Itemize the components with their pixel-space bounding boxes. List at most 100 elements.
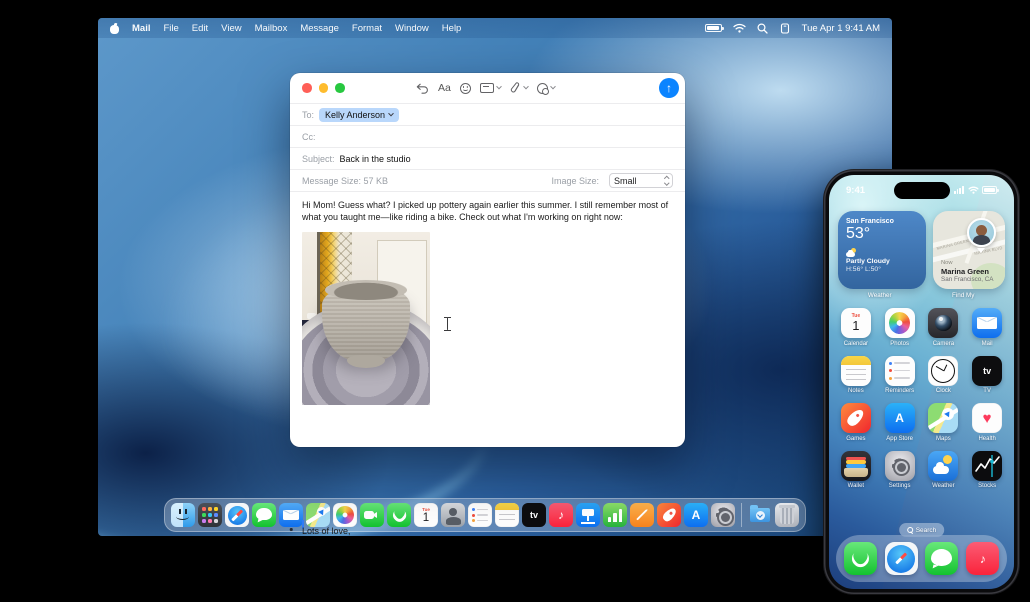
app-reminders[interactable]: Reminders	[878, 355, 922, 394]
app-tv[interactable]: tv TV	[965, 355, 1009, 394]
dock-calendar-icon[interactable]: Tue 1	[414, 503, 438, 527]
dock-finder-icon[interactable]	[171, 503, 195, 527]
menu-mail[interactable]: Mail	[132, 23, 150, 34]
compose-toolbar: Aa	[416, 73, 556, 103]
dock-music-icon[interactable]: ♪	[966, 542, 1000, 575]
search-label: Search	[915, 526, 937, 534]
pottery-photo-attachment[interactable]	[302, 232, 430, 405]
dock-safari-icon[interactable]	[225, 503, 249, 527]
dock-messages-icon[interactable]	[925, 542, 959, 575]
message-body[interactable]: Hi Mom! Guess what? I picked up pottery …	[290, 192, 685, 536]
clock-icon	[928, 355, 959, 386]
send-arrow-icon: ↑	[666, 81, 672, 95]
app-camera[interactable]: Camera	[922, 308, 966, 347]
header-fields-icon	[479, 83, 494, 93]
header-fields: To: Kelly Anderson Cc: Subject: Back in …	[290, 103, 685, 192]
app-notes[interactable]: Notes	[834, 355, 878, 394]
keynote-podium	[580, 508, 595, 525]
dock-safari-icon[interactable]	[884, 542, 918, 575]
minimize-button[interactable]	[318, 83, 328, 93]
dock-tv-icon[interactable]: tv	[522, 503, 546, 527]
emoji-icon[interactable]	[459, 82, 471, 94]
attach-control[interactable]	[510, 82, 529, 94]
dock-reminders-icon[interactable]	[468, 503, 492, 527]
app-wallet[interactable]: Wallet	[834, 450, 878, 489]
dock-games-icon[interactable]	[657, 503, 681, 527]
zoom-button[interactable]	[335, 83, 345, 93]
find-my-info: Now Marina Green San Francisco, CA	[941, 260, 994, 284]
app-games[interactable]: Games	[834, 403, 878, 442]
stepper-arrows-icon	[663, 175, 669, 186]
app-settings[interactable]: Settings	[878, 450, 922, 489]
header-fields-control[interactable]	[479, 83, 502, 93]
dock-phone-icon[interactable]	[843, 542, 877, 575]
apple-menu-icon[interactable]	[110, 23, 119, 34]
menu-mailbox[interactable]: Mailbox	[255, 23, 288, 34]
dock-downloads-icon[interactable]	[748, 503, 772, 527]
mail-compose-window: Aa ↑ To: Kelly Anderson Cc: Subject: Bac…	[290, 73, 685, 536]
dock-settings-icon[interactable]	[711, 503, 735, 527]
dock-pages-icon[interactable]	[630, 503, 654, 527]
wallet-pocket	[843, 467, 868, 477]
dock-trash-icon[interactable]	[775, 503, 799, 527]
dock-mail-icon[interactable]	[279, 503, 303, 531]
weather-widget[interactable]: San Francisco 53° Partly Cloudy H:56° L:…	[838, 211, 926, 289]
dock-maps-icon[interactable]	[306, 503, 330, 527]
chevron-down-icon	[496, 83, 502, 90]
dock-keynote-icon[interactable]	[576, 503, 600, 527]
recipient-token[interactable]: Kelly Anderson	[319, 107, 400, 122]
dock-launchpad-icon[interactable]	[198, 503, 222, 527]
app-photos[interactable]: Photos	[878, 308, 922, 347]
dock-app-store-icon[interactable]: A	[684, 503, 708, 527]
send-button[interactable]: ↑	[659, 78, 679, 98]
app-weather[interactable]: Weather	[922, 450, 966, 489]
to-field[interactable]: To: Kelly Anderson	[290, 104, 685, 126]
menu-file[interactable]: File	[163, 23, 178, 34]
dock-contacts-icon[interactable]	[441, 503, 465, 527]
search-icon[interactable]	[757, 22, 768, 34]
menu-bar-status-area: Tue Apr 1 9:41 AM	[704, 22, 880, 34]
wifi-icon[interactable]	[733, 23, 746, 33]
menu-bar-clock[interactable]: Tue Apr 1 9:41 AM	[802, 23, 880, 34]
dock-phone-icon[interactable]	[387, 503, 411, 527]
menu-bar: Mail File Edit View Mailbox Message Form…	[98, 18, 892, 38]
dock-numbers-icon[interactable]	[603, 503, 627, 527]
format-icon[interactable]: Aa	[438, 82, 451, 94]
menu-message[interactable]: Message	[300, 23, 339, 34]
menu-help[interactable]: Help	[442, 23, 462, 34]
app-calendar[interactable]: Tue 1 Calendar	[834, 308, 878, 347]
find-my-widget[interactable]: MARINA GREEN DR MARINA BLVD Now Marina G…	[933, 211, 1005, 289]
subject-field[interactable]: Subject: Back in the studio	[290, 148, 685, 170]
iphone-mirroring-icon[interactable]	[779, 22, 791, 34]
app-app-store[interactable]: A App Store	[878, 403, 922, 442]
dock-photos-icon[interactable]	[333, 503, 357, 527]
app-label: Maps	[936, 435, 951, 442]
app-label: TV	[983, 388, 991, 394]
close-button[interactable]	[302, 83, 312, 93]
image-size-value: Small	[614, 175, 637, 186]
undo-icon[interactable]	[416, 83, 429, 94]
menu-window[interactable]: Window	[395, 23, 429, 34]
app-health[interactable]: ♥ Health	[965, 403, 1009, 442]
music-note: ♪	[558, 508, 564, 522]
dock-notes-icon[interactable]	[495, 503, 519, 527]
games-rocket	[660, 506, 678, 524]
app-mail[interactable]: Mail	[965, 308, 1009, 347]
menu-view[interactable]: View	[221, 23, 241, 34]
dock-facetime-icon[interactable]	[360, 503, 384, 527]
insert-media-control[interactable]	[536, 82, 556, 95]
find-my-timestamp: Now	[941, 259, 953, 266]
app-stocks[interactable]: Stocks	[965, 450, 1009, 489]
message-size-text: Message Size: 57 KB	[302, 175, 389, 186]
app-maps[interactable]: Maps	[922, 403, 966, 442]
dock-messages-icon[interactable]	[252, 503, 276, 527]
battery-icon[interactable]	[704, 24, 724, 32]
app-clock[interactable]: Clock	[922, 355, 966, 394]
subject-label: Subject:	[302, 153, 335, 164]
menu-edit[interactable]: Edit	[192, 23, 208, 34]
app-label: Notes	[848, 388, 864, 394]
cc-field[interactable]: Cc:	[290, 126, 685, 148]
image-size-popup[interactable]: Small	[609, 173, 673, 188]
menu-format[interactable]: Format	[352, 23, 382, 34]
dock-music-icon[interactable]: ♪	[549, 503, 573, 527]
